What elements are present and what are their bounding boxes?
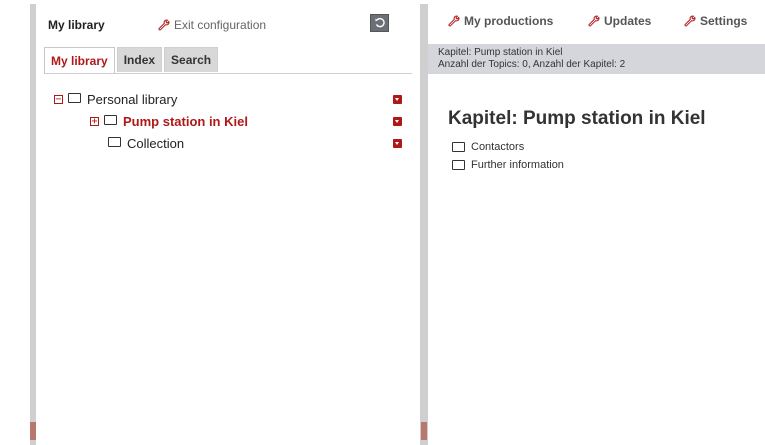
tab-index[interactable]: Index xyxy=(116,47,163,72)
library-title: My library xyxy=(48,18,105,32)
tree-item-label[interactable]: Personal library xyxy=(87,92,177,107)
tree-row-pump-station[interactable]: + Pump station in Kiel xyxy=(90,112,248,130)
chapter-item-label: Further information xyxy=(471,159,564,171)
wrench-icon xyxy=(158,19,170,31)
chapter-info-line: Kapitel: Pump station in Kiel xyxy=(438,47,563,58)
chapter-list: Contactors Further information xyxy=(450,138,564,174)
chapter-title: Kapitel: Pump station in Kiel xyxy=(448,108,706,129)
exit-configuration-label: Exit configuration xyxy=(174,18,267,32)
wrench-icon xyxy=(448,15,460,27)
tree-item-label[interactable]: Collection xyxy=(127,136,184,151)
dropdown-menu-icon[interactable] xyxy=(393,95,402,104)
exit-configuration-link[interactable]: Exit configuration xyxy=(158,18,266,32)
chapter-item-contactors[interactable]: Contactors xyxy=(450,138,564,156)
folder-icon xyxy=(108,137,121,147)
my-productions-link[interactable]: My productions xyxy=(448,14,553,28)
settings-label: Settings xyxy=(700,14,748,28)
my-productions-label: My productions xyxy=(464,14,554,28)
settings-link[interactable]: Settings xyxy=(684,14,747,28)
chapter-item-label: Contactors xyxy=(471,141,525,153)
tree-item-label[interactable]: Pump station in Kiel xyxy=(123,114,248,129)
updates-link[interactable]: Updates xyxy=(588,14,651,28)
dropdown-menu-icon[interactable] xyxy=(393,117,402,126)
wrench-icon xyxy=(588,15,600,27)
reset-icon xyxy=(375,17,385,28)
folder-icon xyxy=(452,142,465,152)
reset-button[interactable] xyxy=(370,14,389,32)
dropdown-menu-icon[interactable] xyxy=(393,139,402,148)
chapter-count-line: Anzahl der Topics: 0, Anzahl der Kapitel… xyxy=(438,59,626,70)
folder-icon xyxy=(68,93,81,103)
library-header: My library Exit configuration xyxy=(36,4,420,42)
tree-row-personal-library[interactable]: − Personal library xyxy=(54,90,177,108)
content-panel: My productions Updates Settings Kapitel:… xyxy=(428,4,765,445)
updates-label: Updates xyxy=(604,14,652,28)
tab-search[interactable]: Search xyxy=(164,47,219,72)
chapter-item-further-information[interactable]: Further information xyxy=(450,156,564,174)
library-tabs: My library Index Search xyxy=(44,46,220,73)
folder-icon xyxy=(104,115,117,125)
wrench-icon xyxy=(684,15,696,27)
chapter-info-bar: Kapitel: Pump station in Kiel Anzahl der… xyxy=(428,44,765,74)
folder-icon xyxy=(452,160,465,170)
tree-row-collection[interactable]: Collection xyxy=(102,134,184,152)
panel-splitter[interactable] xyxy=(407,4,428,445)
tab-my-library[interactable]: My library xyxy=(44,47,115,73)
splitter-accent xyxy=(421,422,427,440)
library-panel: My library Exit configuration My library… xyxy=(36,4,420,445)
collapse-icon[interactable]: − xyxy=(54,94,63,104)
top-navigation: My productions Updates Settings xyxy=(428,4,765,40)
expand-icon[interactable]: + xyxy=(90,116,99,126)
tab-divider xyxy=(44,73,412,74)
